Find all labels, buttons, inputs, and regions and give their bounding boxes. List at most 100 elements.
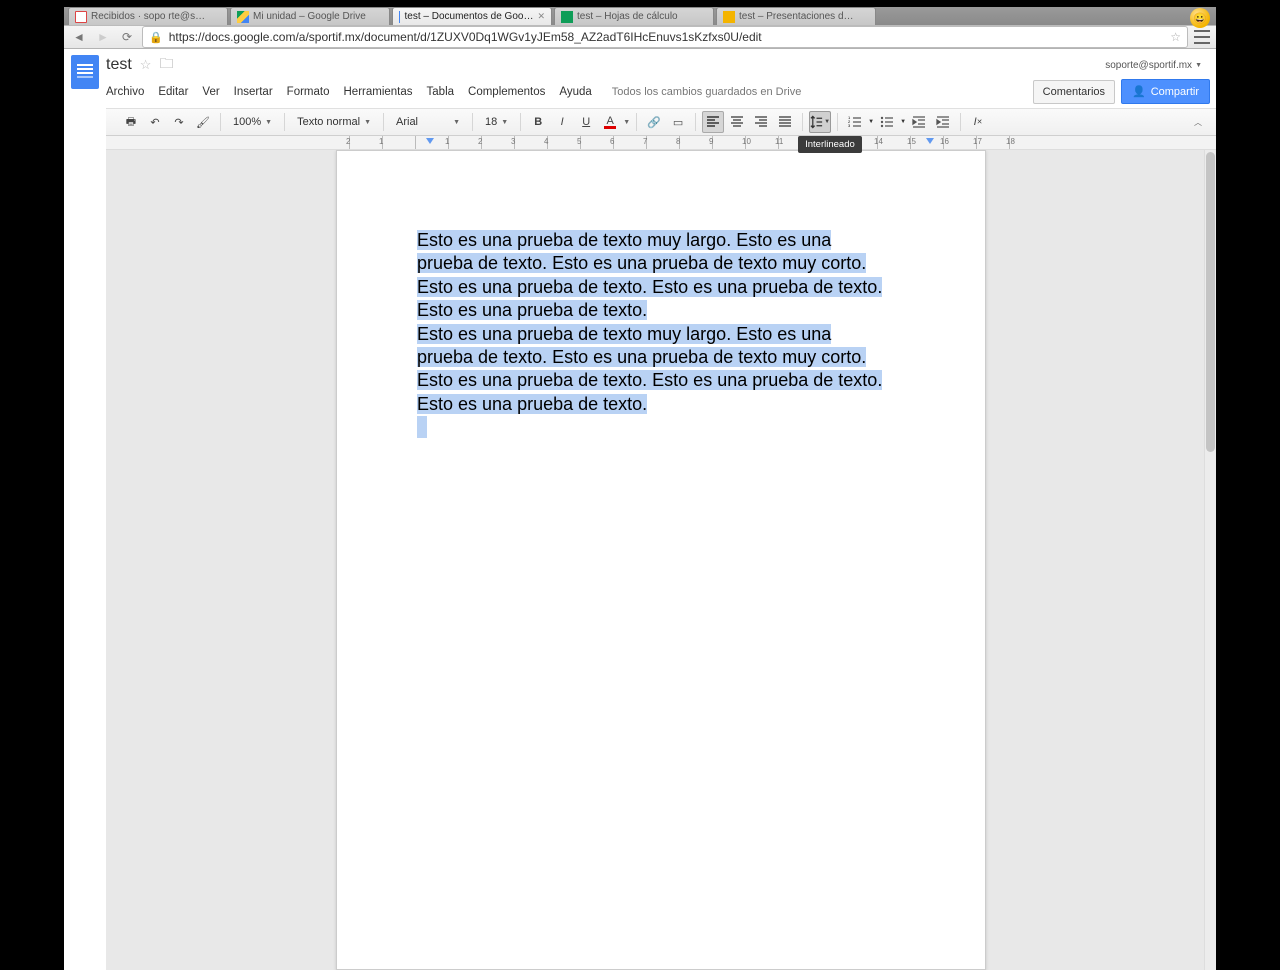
save-status: Todos los cambios guardados en Drive [612,86,802,98]
user-email-text: soporte@sportif.mx [1105,60,1192,71]
redo-button[interactable]: ↷ [168,111,190,133]
decrease-indent-button[interactable] [908,111,930,133]
document-title[interactable]: test [106,56,132,74]
align-center-button[interactable] [726,111,748,133]
selected-text-line: Esto es una prueba de texto. [417,394,647,414]
print-button[interactable]: 🖶 [120,111,142,133]
close-tab-icon[interactable]: ✕ [537,11,545,22]
line-spacing-button[interactable]: ▼ Interlineado [809,111,831,133]
bookmark-star-icon[interactable]: ☆ [1170,30,1181,44]
scrollbar-thumb[interactable] [1206,152,1215,452]
align-justify-button[interactable] [774,111,796,133]
reload-button[interactable]: ⟳ [118,30,136,44]
bulleted-list-button[interactable] [876,111,898,133]
ruler-right-marker-icon[interactable] [926,138,934,144]
italic-button[interactable]: I [551,111,573,133]
font-value: Arial [396,116,418,128]
insert-link-button[interactable]: 🔗 [643,111,665,133]
browser-tab-gmail[interactable]: Recibidos · sopo rte@s… [68,7,228,25]
browser-tab-sheets[interactable]: test – Hojas de cálculo [554,7,714,25]
menu-tabla[interactable]: Tabla [427,86,455,98]
chevron-down-icon[interactable]: ▼ [900,119,906,125]
star-icon[interactable]: ☆ [140,57,152,73]
document-text[interactable]: Esto es una prueba de texto muy largo. E… [417,229,905,443]
document-page[interactable]: Esto es una prueba de texto muy largo. E… [336,150,986,970]
style-value: Texto normal [297,116,360,128]
toolbar: 🖶 ↶ ↷ 🖌 100% ▼ Texto normal ▼ [106,108,1216,136]
font-size-dropdown[interactable]: 18 ▼ [479,111,514,133]
chevron-down-icon: ▼ [453,119,460,126]
chevron-down-icon: ▼ [501,119,508,126]
browser-tab-slides[interactable]: test – Presentaciones d… [716,7,876,25]
folder-icon[interactable]: 🗀 [159,53,173,77]
ruler-left-marker-icon[interactable] [426,138,434,144]
share-button[interactable]: 👤 Compartir [1121,79,1210,104]
chevron-down-icon: ▼ [265,119,272,126]
url-field[interactable]: 🔒 https://docs.google.com/a/sportif.mx/d… [142,26,1188,48]
insert-comment-button[interactable]: ▭ [667,111,689,133]
selected-text-line: Esto es una prueba de texto. Esto es una… [417,370,882,390]
align-right-button[interactable] [750,111,772,133]
title-bar: test ☆ 🗀 soporte@sportif.mx ▼ [106,49,1216,77]
tab-label: test – Hojas de cálculo [577,11,678,22]
docs-logo-icon [71,55,99,89]
chevron-down-icon: ▼ [824,119,830,125]
docs-logo[interactable] [64,49,106,95]
selected-text-line: Esto es una prueba de texto. [417,300,647,320]
zoom-dropdown[interactable]: 100% ▼ [227,111,278,133]
url-text: https://docs.google.com/a/sportif.mx/doc… [169,30,1165,44]
menu-editar[interactable]: Editar [158,86,188,98]
menu-bar: Archivo Editar Ver Insertar Formato Herr… [106,77,1216,108]
clear-formatting-button[interactable]: I✕ [967,111,989,133]
underline-button[interactable]: U [575,111,597,133]
menu-formato[interactable]: Formato [287,86,330,98]
paragraph-style-dropdown[interactable]: Texto normal ▼ [291,111,377,133]
font-dropdown[interactable]: Arial ▼ [390,111,466,133]
selected-text-line: Esto es una prueba de texto muy largo. E… [417,230,831,250]
increase-indent-button[interactable] [932,111,954,133]
tab-label: test – Presentaciones d… [739,11,854,22]
collapse-toolbar-button[interactable]: ︿ [1194,117,1208,128]
window-emoji-icon: 😀 [1190,8,1210,28]
chevron-down-icon[interactable]: ▼ [623,119,630,126]
browser-tab-drive[interactable]: Mi unidad – Google Drive [230,7,390,25]
menu-archivo[interactable]: Archivo [106,86,144,98]
share-label: Compartir [1151,86,1199,98]
browser-menu-button[interactable] [1194,30,1210,44]
comments-button[interactable]: Comentarios [1033,80,1115,104]
forward-button[interactable]: ► [94,30,112,44]
align-left-button[interactable] [702,111,724,133]
chevron-down-icon: ▼ [364,119,371,126]
menu-insertar[interactable]: Insertar [234,86,273,98]
text-color-button[interactable]: A [599,111,621,133]
user-account[interactable]: soporte@sportif.mx ▼ [1105,60,1208,71]
chevron-down-icon[interactable]: ▼ [868,119,874,125]
drive-icon [237,11,249,23]
bold-button[interactable]: B [527,111,549,133]
document-canvas[interactable]: Esto es una prueba de texto muy largo. E… [106,150,1216,970]
vertical-scrollbar[interactable] [1204,150,1216,970]
slides-icon [723,11,735,23]
menu-herramientas[interactable]: Herramientas [344,86,413,98]
zoom-value: 100% [233,116,261,128]
tab-label: Mi unidad – Google Drive [253,11,366,22]
undo-button[interactable]: ↶ [144,111,166,133]
selection-caret [417,416,427,438]
tab-label: test – Documentos de Goo… [404,11,533,22]
browser-address-bar: ◄ ► ⟳ 🔒 https://docs.google.com/a/sporti… [64,25,1216,49]
numbered-list-button[interactable]: 123 [844,111,866,133]
selected-text-line: prueba de texto. Esto es una prueba de t… [417,347,866,367]
menu-ver[interactable]: Ver [202,86,219,98]
menu-ayuda[interactable]: Ayuda [559,86,591,98]
selected-text-line: Esto es una prueba de texto. Esto es una… [417,277,882,297]
svg-text:3: 3 [848,123,851,128]
horizontal-ruler[interactable]: 21123456789101112131415161718 [106,136,1216,150]
back-button[interactable]: ◄ [70,30,88,44]
docs-icon [399,11,400,23]
browser-tab-docs[interactable]: test – Documentos de Goo… ✕ [392,7,552,25]
menu-complementos[interactable]: Complementos [468,86,545,98]
sheets-icon [561,11,573,23]
paint-format-button[interactable]: 🖌 [192,111,214,133]
tab-label: Recibidos · sopo rte@s… [91,11,205,22]
gmail-icon [75,11,87,23]
